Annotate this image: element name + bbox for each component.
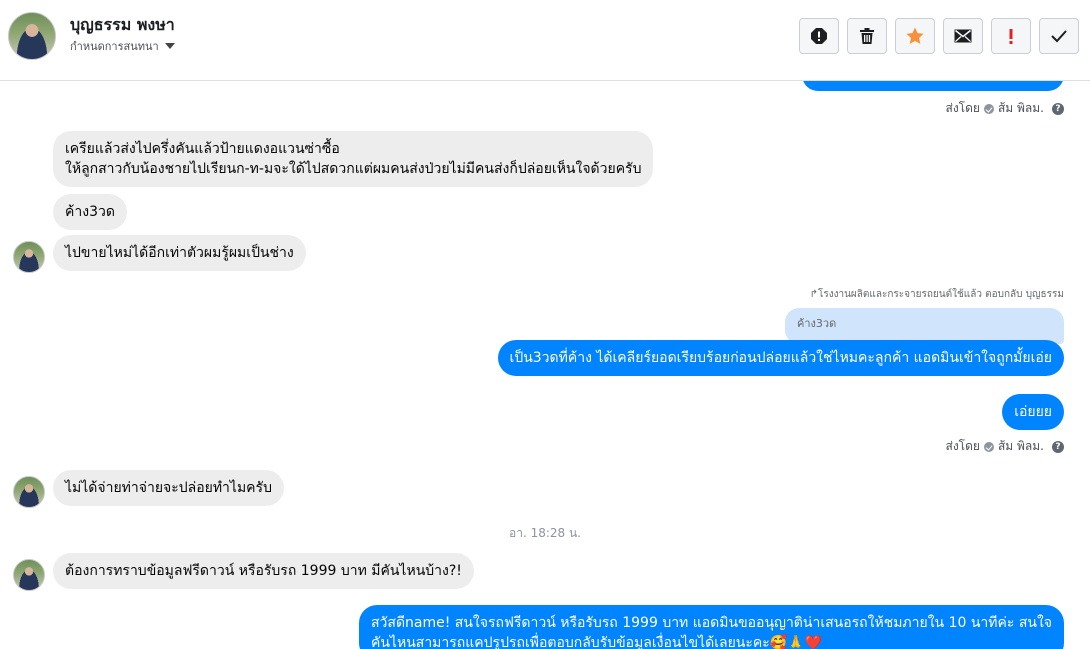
envelope-icon — [954, 29, 972, 43]
message-text: เครียแล้วส่งไปครึ่งคันแล้วป้ายแดงอแวนซ่า… — [65, 141, 340, 157]
contact-avatar-small[interactable] — [13, 241, 45, 273]
agent-name: ส้ม พิลม. — [997, 101, 1044, 115]
message-bubble-incoming[interactable]: ไม่ได้จ่ายท่าจ่ายจะปล่อยทำไมครับ — [53, 470, 284, 506]
contact-avatar-small[interactable] — [13, 476, 45, 508]
sent-by-label: ส่งโดย — [945, 439, 980, 453]
conversation-header: บุญธรรม พงษา กำหนดการสนทนา — [0, 0, 1090, 81]
trash-icon — [859, 27, 875, 45]
message-bubble-incoming[interactable]: ต้องการทราบข้อมูลฟรีดาวน์ หรือรับรถ 1999… — [53, 553, 474, 589]
sent-by-row: ส่งโดย ส้ม พิลม. ? — [945, 437, 1064, 456]
message-text: คันไหนสามารถแคปรูปรถเพื่อตอบกลับรับข้อมู… — [371, 635, 823, 649]
sent-by-label: ส่งโดย — [945, 101, 980, 115]
contact-avatar-small[interactable] — [13, 559, 45, 591]
sent-by-row: ส่งโดย ส้ม พิลม. ? — [945, 99, 1064, 118]
star-icon — [905, 26, 925, 46]
quoted-text: ค้าง3วด — [797, 317, 837, 330]
conversation-toolbar — [799, 18, 1079, 54]
help-icon[interactable]: ? — [1052, 102, 1064, 115]
message-text: เอ่ยยย — [1014, 404, 1052, 420]
message-thread[interactable]: ส่งโดย ส้ม พิลม. ? เครียแล้วส่งไปครึ่งคั… — [0, 81, 1090, 649]
follow-up-button[interactable] — [991, 18, 1031, 54]
message-bubble-incoming[interactable]: เครียแล้วส่งไปครึ่งคันแล้วป้ายแดงอแวนซ่า… — [53, 131, 654, 187]
done-button[interactable] — [1039, 18, 1079, 54]
verified-icon — [983, 103, 994, 114]
message-text: เป็น3วดที่ค้าง ได้เคลียร์ยอดเรียบร้อยก่อ… — [509, 350, 1052, 366]
follow-up-icon — [1008, 27, 1014, 45]
message-text: ต้องการทราบข้อมูลฟรีดาวน์ หรือรับรถ 1999… — [65, 563, 462, 579]
contact-name[interactable]: บุญธรรม พงษา — [70, 13, 175, 38]
star-button[interactable] — [895, 18, 935, 54]
message-bubble-outgoing[interactable]: เอ่ยยย — [1002, 394, 1064, 430]
spam-icon — [810, 27, 828, 45]
message-text: สวัสดีname! สนใจรถฟรีดาวน์ หรือรับรถ 199… — [371, 615, 1052, 631]
message-text: ไม่ได้จ่ายท่าจ่ายจะปล่อยทำไมครับ — [65, 480, 272, 496]
message-bubble-incoming[interactable]: ไปขายไหม่ได้อีกเท่าตัวผมรู้ผมเป็นช่าง — [53, 235, 306, 271]
agent-name: ส้ม พิลม. — [997, 439, 1044, 453]
message-timestamp: อา. 18:28 น. — [509, 526, 581, 540]
assign-conversation-dropdown[interactable]: กำหนดการสนทนา — [70, 37, 175, 55]
report-button[interactable] — [799, 18, 839, 54]
quoted-message[interactable]: ค้าง3วด — [785, 308, 1064, 344]
message-text: ไปขายไหม่ได้อีกเท่าตัวผมรู้ผมเป็นช่าง — [65, 245, 294, 261]
check-icon — [1050, 29, 1068, 43]
verified-icon — [983, 441, 994, 452]
message-text: ให้ลูกสาวกับน้องชายไปเรียนก-ท-มจะใด้ไปสด… — [65, 161, 642, 177]
reply-context-note: ↱โรงงานผลิตและกระจายรถยนต์ใช้แล้ว ตอบกลั… — [809, 289, 1064, 300]
assign-label: กำหนดการสนทนา — [70, 40, 159, 53]
help-icon[interactable]: ? — [1052, 440, 1064, 453]
message-bubble-outgoing[interactable]: สวัสดีname! สนใจรถฟรีดาวน์ หรือรับรถ 199… — [359, 605, 1064, 649]
message-text: ค้าง3วด — [65, 204, 115, 220]
delete-button[interactable] — [847, 18, 887, 54]
mark-unread-button[interactable] — [943, 18, 983, 54]
reply-icon: ↱ — [809, 289, 818, 300]
message-bubble-incoming[interactable]: ค้าง3วด — [53, 194, 127, 230]
message-bubble-outgoing[interactable]: เป็น3วดที่ค้าง ได้เคลียร์ยอดเรียบร้อยก่อ… — [497, 340, 1064, 376]
caret-down-icon — [164, 43, 175, 49]
message-bubble-outgoing-cut[interactable] — [802, 81, 1064, 91]
contact-avatar[interactable] — [8, 12, 56, 60]
